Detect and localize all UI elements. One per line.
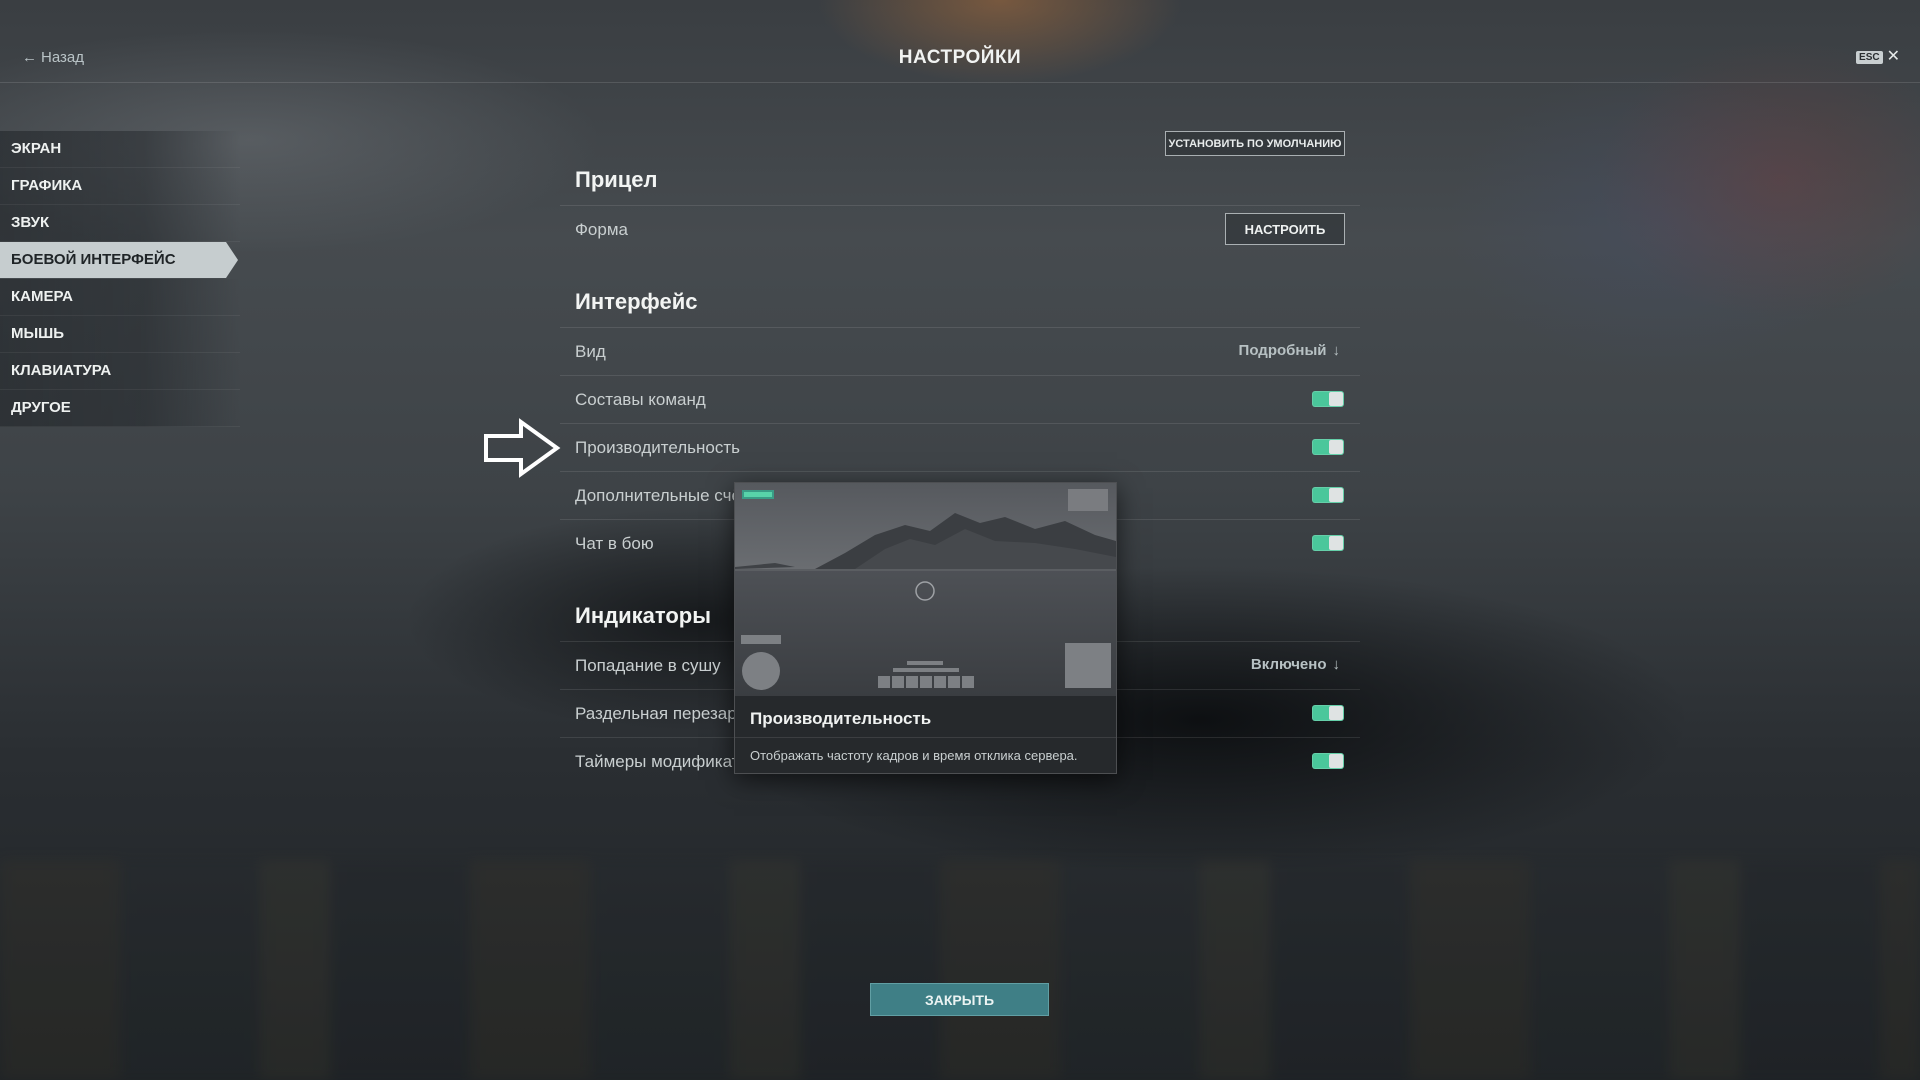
sidebar-item-label: КАМЕРА bbox=[11, 288, 74, 305]
close-button[interactable]: ЗАКРЫТЬ bbox=[870, 983, 1049, 1016]
setting-row-sight-shape: Форма НАСТРОИТЬ bbox=[560, 205, 1360, 253]
setting-label: Форма bbox=[575, 220, 628, 239]
setting-row-team-rosters: Составы команд bbox=[560, 375, 1360, 423]
sidebar-item-keyboard[interactable]: КЛАВИАТУРА bbox=[0, 353, 240, 390]
performance-tooltip: Производительность Отображать частоту ка… bbox=[734, 482, 1117, 774]
performance-toggle[interactable] bbox=[1312, 439, 1344, 455]
sidebar-item-mouse[interactable]: МЫШЬ bbox=[0, 316, 240, 353]
setting-label: Чат в бою bbox=[575, 534, 654, 553]
sidebar-item-screen[interactable]: ЭКРАН bbox=[0, 131, 240, 168]
toggle-knob bbox=[1329, 706, 1343, 720]
esc-key-badge: ESC bbox=[1856, 50, 1883, 64]
header-divider bbox=[0, 82, 1920, 83]
tooltip-title: Производительность bbox=[750, 709, 932, 728]
setting-row-performance: Производительность bbox=[560, 423, 1360, 471]
tooltip-divider bbox=[735, 737, 1116, 738]
separate-reload-toggle[interactable] bbox=[1312, 705, 1344, 721]
setting-label: Дополнительные счё bbox=[575, 486, 741, 505]
toggle-knob bbox=[1329, 392, 1343, 406]
setting-label: Вид bbox=[575, 342, 606, 361]
section-title-sight: Прицел bbox=[575, 167, 658, 192]
toggle-knob bbox=[1329, 440, 1343, 454]
pointer-arrow-icon bbox=[484, 418, 561, 478]
setting-label: Попадание в сушу bbox=[575, 656, 721, 675]
modifier-timers-toggle[interactable] bbox=[1312, 753, 1344, 769]
sidebar-item-label: ГРАФИКА bbox=[11, 177, 83, 194]
sidebar-item-label: МЫШЬ bbox=[11, 325, 65, 342]
section-title-interface: Интерфейс bbox=[575, 289, 698, 314]
setting-label: Составы команд bbox=[575, 390, 706, 409]
view-dropdown[interactable]: Подробный ↓ bbox=[1239, 342, 1340, 359]
sidebar-item-sound[interactable]: ЗВУК bbox=[0, 205, 240, 242]
tooltip-description: Отображать частоту кадров и время отклик… bbox=[750, 748, 1078, 763]
sidebar-item-label: ЭКРАН bbox=[11, 140, 62, 157]
sidebar-item-other[interactable]: ДРУГОЕ bbox=[0, 390, 240, 427]
esc-close-button[interactable]: ESC ✕ bbox=[1856, 49, 1900, 65]
reset-defaults-button[interactable]: УСТАНОВИТЬ ПО УМОЛЧАНИЮ bbox=[1165, 131, 1345, 156]
arrow-down-icon: ↓ bbox=[1332, 342, 1341, 359]
toggle-knob bbox=[1329, 488, 1343, 502]
setting-label: Раздельная перезаря bbox=[575, 704, 746, 723]
extra-counters-toggle[interactable] bbox=[1312, 487, 1344, 503]
sidebar-item-battle-interface[interactable]: БОЕВОЙ ИНТЕРФЕЙС bbox=[0, 242, 238, 278]
battle-chat-toggle[interactable] bbox=[1312, 535, 1344, 551]
tooltip-preview-image bbox=[735, 483, 1116, 696]
page-title: НАСТРОЙКИ bbox=[898, 47, 1022, 68]
close-icon: ✕ bbox=[1886, 48, 1900, 65]
dropdown-value: Подробный bbox=[1238, 342, 1327, 359]
configure-button[interactable]: НАСТРОИТЬ bbox=[1225, 213, 1345, 245]
toggle-knob bbox=[1329, 754, 1343, 768]
setting-label: Производительность bbox=[575, 438, 741, 457]
sidebar-item-label: КЛАВИАТУРА bbox=[11, 362, 112, 379]
setting-row-view: Вид Подробный ↓ bbox=[560, 327, 1360, 375]
sidebar-item-label: БОЕВОЙ ИНТЕРФЕЙС bbox=[11, 251, 176, 268]
team-rosters-toggle[interactable] bbox=[1312, 391, 1344, 407]
settings-sidebar: ЭКРАН ГРАФИКА ЗВУК БОЕВОЙ ИНТЕРФЕЙС КАМЕ… bbox=[0, 131, 240, 427]
section-title-indicators: Индикаторы bbox=[575, 603, 711, 628]
toggle-knob bbox=[1329, 536, 1343, 550]
sidebar-item-label: ДРУГОЕ bbox=[11, 399, 71, 416]
sidebar-item-graphics[interactable]: ГРАФИКА bbox=[0, 168, 240, 205]
background-band bbox=[0, 860, 1920, 1080]
dropdown-value: Включено bbox=[1250, 656, 1327, 673]
land-hit-dropdown[interactable]: Включено ↓ bbox=[1251, 656, 1340, 673]
sidebar-item-label: ЗВУК bbox=[11, 214, 50, 231]
arrow-down-icon: ↓ bbox=[1332, 656, 1341, 673]
setting-label: Таймеры модификат bbox=[575, 752, 740, 771]
sidebar-item-camera[interactable]: КАМЕРА bbox=[0, 279, 240, 316]
